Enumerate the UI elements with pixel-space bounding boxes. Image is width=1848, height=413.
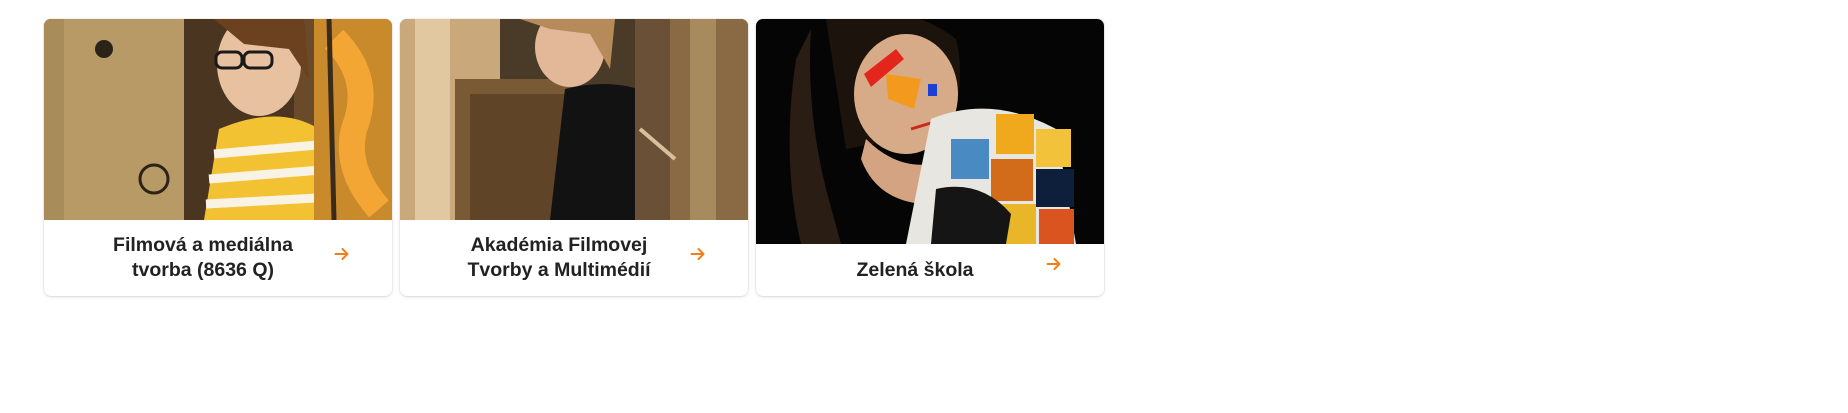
arrow-right-icon[interactable] (1044, 254, 1064, 274)
program-card-image[interactable] (400, 19, 748, 220)
program-card[interactable]: Filmová a mediálna tvorba (8636 Q) (44, 19, 392, 296)
program-card-title[interactable]: Akadémia Filmovej Tvorby a Multimédií (454, 233, 664, 283)
program-card[interactable]: Akadémia Filmovej Tvorby a Multimédií (400, 19, 748, 296)
program-card-image[interactable] (44, 19, 392, 220)
program-card-image[interactable] (756, 19, 1104, 244)
program-card-title[interactable]: Filmová a mediálna tvorba (8636 Q) (98, 233, 308, 283)
program-card[interactable]: Zelená škola (756, 19, 1104, 296)
program-card-body[interactable]: Filmová a mediálna tvorba (8636 Q) (44, 220, 392, 296)
arrow-right-icon[interactable] (332, 244, 352, 264)
arrow-right-icon[interactable] (688, 244, 708, 264)
program-card-body[interactable]: Zelená škola (756, 244, 1104, 296)
program-cards-list: Filmová a mediálna tvorba (8636 Q) Akadé… (44, 19, 1104, 296)
program-card-body[interactable]: Akadémia Filmovej Tvorby a Multimédií (400, 220, 748, 296)
program-card-title[interactable]: Zelená škola (810, 258, 1020, 283)
